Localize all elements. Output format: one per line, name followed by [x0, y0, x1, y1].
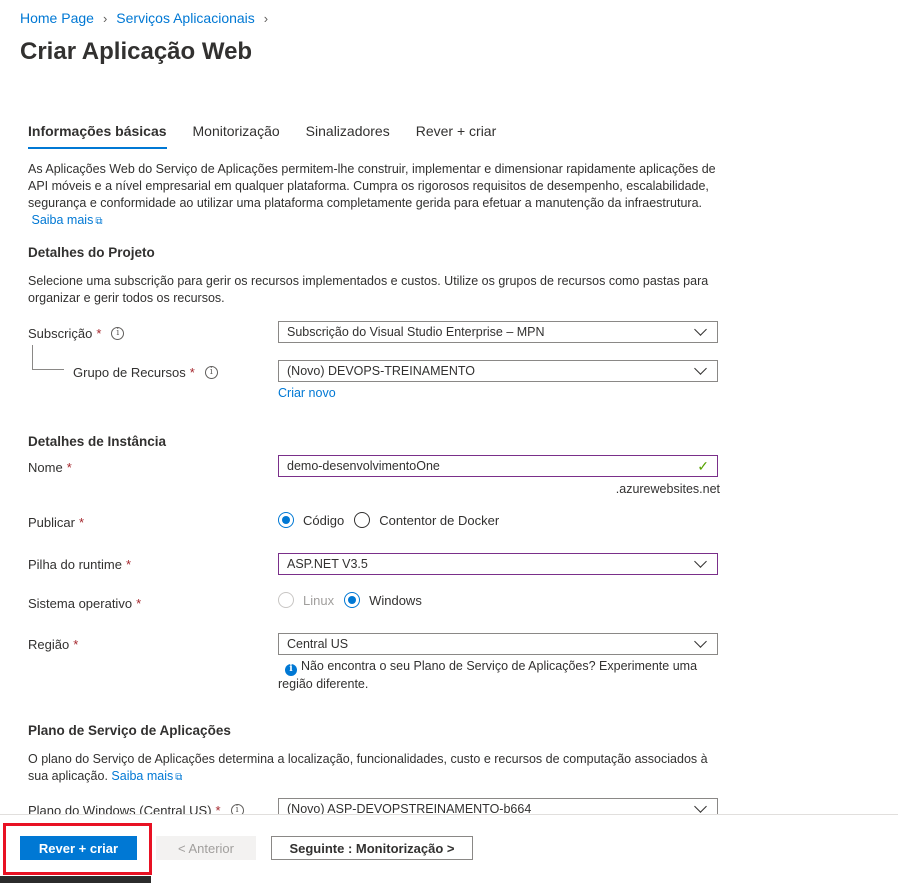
intro-description: As Aplicações Web do Serviço de Aplicaçõ… [28, 162, 716, 210]
tab-tags[interactable]: Sinalizadores [306, 123, 390, 149]
info-icon[interactable]: i [111, 327, 125, 340]
info-icon: i [284, 663, 297, 676]
project-details-desc: Selecione uma subscrição para gerir os r… [28, 274, 709, 305]
required-marker: * [78, 515, 85, 530]
page-title: Criar Aplicação Web [20, 38, 253, 65]
project-details-heading: Detalhes do Projeto [28, 245, 155, 260]
name-input[interactable]: demo-desenvolvimentoOne ✓ [278, 455, 718, 477]
chevron-down-icon [694, 323, 707, 336]
required-marker: * [66, 460, 72, 475]
plan-desc: O plano do Serviço de Aplicações determi… [28, 752, 708, 783]
required-marker: * [125, 557, 132, 572]
radio-linux-label: Linux [303, 592, 335, 608]
plan-heading: Plano de Serviço de Aplicações [28, 723, 231, 738]
name-label: Nome * [28, 460, 72, 475]
tab-bar: Informações básicas Monitorização Sinali… [28, 123, 522, 149]
required-marker: * [73, 637, 79, 652]
external-link-icon: ⧉ [175, 772, 183, 783]
intro-text: As Aplicações Web do Serviço de Aplicaçõ… [28, 161, 728, 230]
tree-connector [32, 345, 33, 369]
resource-group-select[interactable]: (Novo) DEVOPS-TREINAMENTO [278, 360, 718, 382]
checkmark-icon: ✓ [697, 457, 709, 474]
runtime-value: ASP.NET V3.5 [287, 557, 368, 571]
publish-label: Publicar * [28, 515, 85, 530]
os-radio-group: Linux Windows [278, 592, 432, 608]
learn-more-link[interactable]: Saiba mais ⧉ [28, 213, 102, 227]
chevron-down-icon [694, 555, 707, 568]
radio-windows-label[interactable]: Windows [369, 593, 422, 608]
radio-code-label[interactable]: Código [303, 513, 344, 528]
runtime-label: Pilha do runtime * [28, 557, 132, 572]
region-label: Região * [28, 637, 79, 652]
chevron-right-icon: › [263, 10, 269, 26]
required-marker: * [96, 326, 102, 341]
subscription-select[interactable]: Subscrição do Visual Studio Enterprise –… [278, 321, 718, 343]
breadcrumb-app-services[interactable]: Serviços Aplicacionais [116, 10, 255, 26]
next-button[interactable]: Seguinte : Monitorização > [271, 836, 473, 860]
external-link-icon: ⧉ [95, 216, 103, 227]
resource-group-label: Grupo de Recursos * i [73, 365, 218, 380]
tab-review-create[interactable]: Rever + criar [416, 123, 497, 149]
radio-docker[interactable] [354, 512, 371, 528]
required-marker: * [189, 365, 195, 380]
runtime-select[interactable]: ASP.NET V3.5 [278, 553, 718, 575]
os-label: Sistema operativo * [28, 596, 142, 611]
chevron-down-icon [694, 362, 707, 375]
name-value: demo-desenvolvimentoOne [287, 459, 440, 473]
tab-basics[interactable]: Informações básicas [28, 123, 167, 149]
info-icon[interactable]: i [204, 366, 218, 379]
tree-connector [32, 369, 64, 370]
region-select[interactable]: Central US [278, 633, 718, 655]
region-value: Central US [287, 637, 349, 651]
previous-button: < Anterior [156, 836, 256, 860]
resource-group-value: (Novo) DEVOPS-TREINAMENTO [287, 364, 475, 378]
instance-details-heading: Detalhes de Instância [28, 434, 167, 449]
plan-learn-more-link[interactable]: Saiba mais ⧉ [111, 769, 182, 783]
chevron-down-icon [694, 635, 707, 648]
breadcrumb-home[interactable]: Home Page [20, 10, 94, 26]
breadcrumb: Home Page › Serviços Aplicacionais › [20, 10, 277, 26]
required-marker: * [136, 596, 142, 611]
radio-docker-label[interactable]: Contentor de Docker [379, 513, 499, 528]
highlight-box [3, 823, 152, 875]
create-new-link[interactable]: Criar novo [278, 386, 336, 400]
radio-windows[interactable] [344, 592, 361, 608]
publish-radio-group: Código Contentor de Docker [278, 512, 509, 528]
radio-code[interactable] [278, 512, 294, 528]
tab-monitoring[interactable]: Monitorização [193, 123, 280, 149]
subscription-label: Subscrição * i [28, 326, 125, 341]
bottom-strip [0, 876, 151, 883]
chevron-right-icon: › [102, 10, 108, 26]
domain-suffix: .azurewebsites.net [615, 482, 720, 496]
radio-linux [278, 592, 294, 608]
subscription-value: Subscrição do Visual Studio Enterprise –… [287, 325, 545, 339]
region-hint: i Não encontra o seu Plano de Serviço de … [278, 659, 698, 691]
chevron-down-icon [694, 800, 707, 813]
